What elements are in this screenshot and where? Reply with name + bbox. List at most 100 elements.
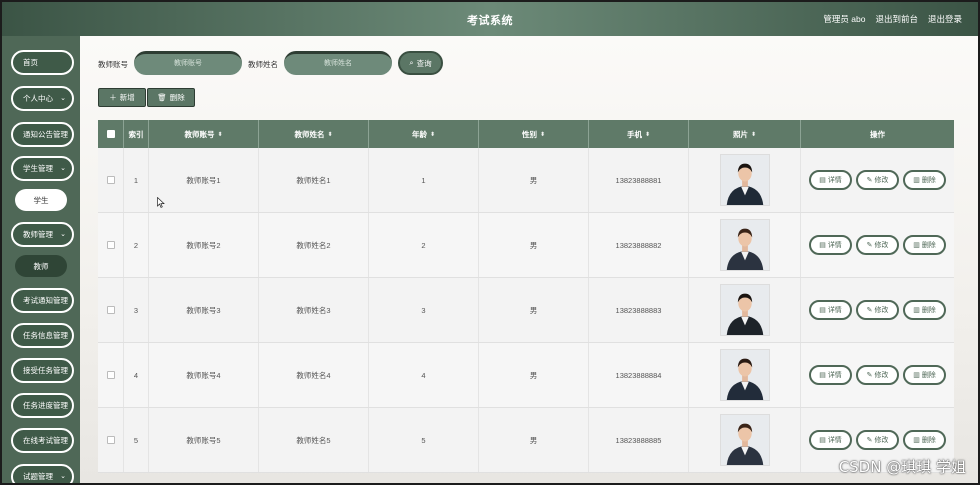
name-label: 教师姓名 [248,60,278,69]
table-row: 5 教师账号5 教师姓名5 5 男 13823888885 ▤ 详情 ✎ 修改 ▥ 删除 [98,408,954,473]
cell-index: 1 [124,148,149,212]
document-icon: ▤ [819,372,826,379]
logout-link[interactable]: 退出登录 [928,13,962,25]
edit-button-label: 修改 [874,242,889,249]
edit-button[interactable]: ✎ 修改 [856,235,899,255]
search-button-label: 查询 [416,58,432,68]
cell-actions: ▤ 详情 ✎ 修改 ▥ 删除 [801,343,954,407]
detail-button[interactable]: ▤ 详情 [809,365,852,385]
edit-button[interactable]: ✎ 修改 [856,300,899,320]
detail-button[interactable]: ▤ 详情 [809,170,852,190]
sidebar-item-task-info[interactable]: 任务信息管理 [11,323,74,348]
edit-button[interactable]: ✎ 修改 [856,430,899,450]
edit-button[interactable]: ✎ 修改 [856,365,899,385]
top-bar: 考试系统 管理员 abo 退出到前台 退出登录 [0,0,980,36]
account-search-input[interactable]: 教师账号 [134,51,242,75]
search-icon: ⌕ [409,58,414,67]
teacher-photo[interactable] [719,154,770,206]
front-link[interactable]: 退出到前台 [875,13,918,25]
delete-button[interactable]: ▥ 删除 [903,300,946,320]
detail-button[interactable]: ▤ 详情 [809,430,852,450]
sidebar-item-label: 在线考试管理 [23,436,68,445]
edit-button[interactable]: ✎ 修改 [856,170,899,190]
row-checkbox[interactable] [106,241,115,249]
detail-button-label: 详情 [827,372,842,379]
row-checkbox[interactable] [106,371,115,379]
add-button-label: 新增 [119,93,135,102]
sidebar-subitem-teacher[interactable]: 教师 [15,255,67,277]
sidebar-item-profile[interactable]: 个人中心 ⌄ [11,86,74,111]
bulk-delete-button[interactable]: 🗑 删除 [147,88,195,107]
cell-age: 1 [369,148,479,212]
person-photo-icon [720,220,769,270]
col-photo[interactable]: 照片 ⬍ [689,120,801,148]
pencil-icon: ✎ [866,437,873,444]
cell-age: 5 [369,408,479,472]
cell-name: 教师姓名3 [259,278,369,342]
cell-gender: 男 [479,148,589,212]
delete-button[interactable]: ▥ 删除 [903,430,946,450]
row-select-cell [98,408,124,472]
person-photo-icon [720,155,769,205]
name-search-input[interactable]: 教师姓名 [284,51,392,75]
row-checkbox[interactable] [106,306,115,314]
table-row: 1 教师账号1 教师姓名1 1 男 13823888881 ▤ 详情 ✎ 修改 ▥ 删除 [98,148,954,213]
cell-name: 教师姓名5 [259,408,369,472]
sidebar-item-label: 学生管理 [23,164,53,173]
delete-button[interactable]: ▥ 删除 [903,170,946,190]
select-all-checkbox[interactable] [106,130,115,138]
mouse-cursor-icon [157,197,165,208]
sort-icon: ⬍ [539,131,546,138]
cell-phone: 13823888882 [589,213,689,277]
sidebar-item-accept-task[interactable]: 接受任务管理 [11,358,74,383]
col-account[interactable]: 教师账号 ⬍ [149,120,259,148]
plus-icon: ＋ [109,93,117,102]
teacher-photo[interactable] [719,414,770,466]
teacher-photo[interactable] [719,349,770,401]
trash-icon: ▥ [913,437,920,444]
cell-name: 教师姓名2 [259,213,369,277]
detail-button[interactable]: ▤ 详情 [809,235,852,255]
sidebar-item-exam-notice[interactable]: 考试通知管理 [11,288,74,313]
col-name[interactable]: 教师姓名 ⬍ [259,120,369,148]
cell-actions: ▤ 详情 ✎ 修改 ▥ 删除 [801,148,954,212]
sidebar-subitem-student[interactable]: 学生 [15,189,67,211]
sidebar-item-home[interactable]: 首页 [11,50,74,75]
col-gender[interactable]: 性别 ⬍ [479,120,589,148]
cell-name: 教师姓名4 [259,343,369,407]
col-label: 年龄 [411,129,427,139]
pencil-icon: ✎ [866,177,873,184]
search-button[interactable]: ⌕ 查询 [398,51,443,75]
sidebar-item-online-exam[interactable]: 在线考试管理 [11,428,74,453]
sidebar-item-teacher-mgmt[interactable]: 教师管理 ⌄ [11,222,74,247]
delete-button-label: 删除 [921,372,936,379]
trash-icon: 🗑 [157,93,167,102]
row-checkbox[interactable] [106,176,115,184]
sidebar-item-student-mgmt[interactable]: 学生管理 ⌄ [11,156,74,181]
sidebar-item-notice[interactable]: 通知公告管理 [11,122,74,147]
add-button[interactable]: ＋ 新增 [98,88,146,107]
sidebar-item-label: 学生 [33,195,49,205]
detail-button[interactable]: ▤ 详情 [809,300,852,320]
cell-photo [689,408,801,472]
sidebar-item-task-progress[interactable]: 任务进度管理 [11,393,74,418]
delete-button[interactable]: ▥ 删除 [903,235,946,255]
delete-button-label: 删除 [169,93,185,102]
cell-photo [689,148,801,212]
teacher-photo[interactable] [719,219,770,271]
sidebar-item-label: 试题管理 [23,472,53,481]
col-label: 索引 [128,129,144,139]
row-checkbox[interactable] [106,436,115,444]
cell-index: 2 [124,213,149,277]
col-age[interactable]: 年龄 ⬍ [369,120,479,148]
sidebar-item-questions[interactable]: 试题管理 ⌄ [11,464,74,483]
detail-button-label: 详情 [827,242,842,249]
table-row: 4 教师账号4 教师姓名4 4 男 13823888884 ▤ 详情 ✎ 修改 ▥ 删除 [98,343,954,408]
delete-button-label: 删除 [921,242,936,249]
col-label: 操作 [870,129,885,139]
col-phone[interactable]: 手机 ⬍ [589,120,689,148]
sidebar-item-label: 通知公告管理 [23,130,68,139]
delete-button[interactable]: ▥ 删除 [903,365,946,385]
person-photo-icon [720,285,769,335]
teacher-photo[interactable] [719,284,770,336]
